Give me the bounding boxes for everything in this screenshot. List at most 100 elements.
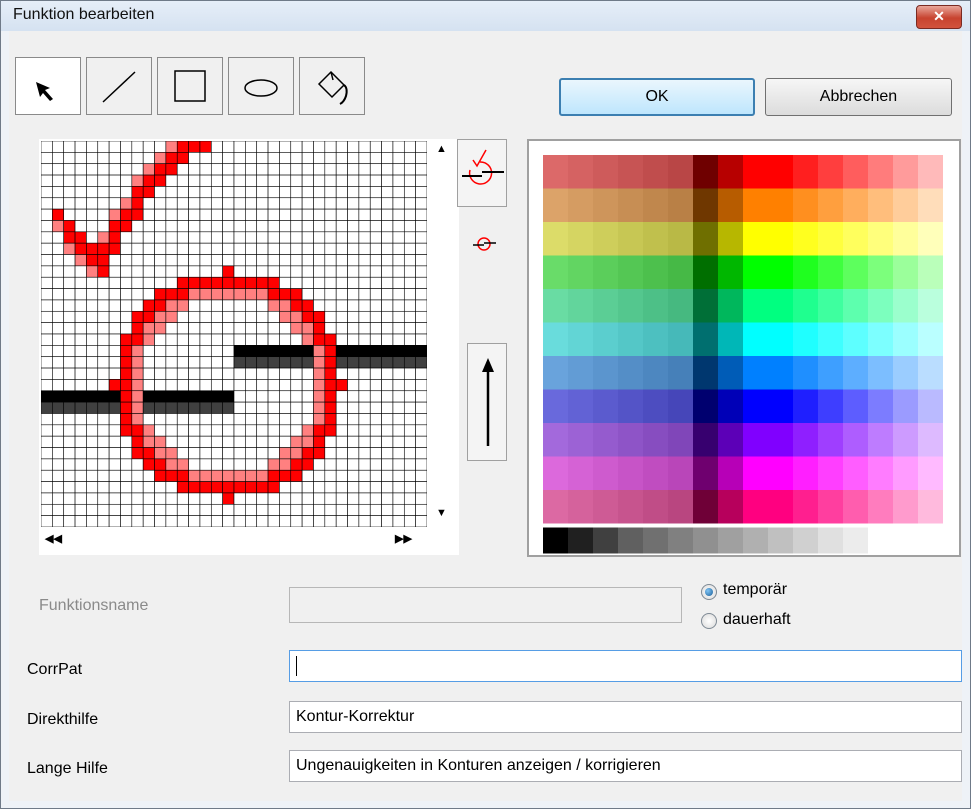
palette-swatch[interactable] — [918, 322, 943, 357]
grid-cell[interactable] — [369, 174, 382, 187]
grid-cell[interactable] — [335, 231, 348, 244]
grid-cell[interactable] — [335, 469, 348, 482]
grid-cell[interactable] — [313, 163, 326, 176]
grid-cell[interactable] — [142, 503, 155, 516]
grid-cell[interactable] — [154, 345, 167, 358]
grid-cell[interactable] — [324, 333, 337, 346]
palette-swatch[interactable] — [843, 289, 868, 323]
grid-cell[interactable] — [74, 254, 87, 267]
grid-cell[interactable] — [301, 333, 314, 346]
grid-cell[interactable] — [369, 515, 382, 528]
grid-cell[interactable] — [210, 231, 223, 244]
grid-cell[interactable] — [108, 367, 121, 380]
grid-cell[interactable] — [52, 435, 65, 448]
grid-cell[interactable] — [233, 265, 246, 278]
palette-swatch[interactable] — [693, 188, 718, 223]
grid-cell[interactable] — [381, 231, 394, 244]
grid-cell[interactable] — [86, 254, 99, 267]
grid-cell[interactable] — [222, 242, 235, 255]
palette-swatch[interactable] — [743, 490, 768, 524]
grid-cell[interactable] — [267, 435, 280, 448]
grid-cell[interactable] — [313, 208, 326, 221]
grid-cell[interactable] — [222, 322, 235, 335]
grid-cell[interactable] — [97, 186, 110, 199]
grid-cell[interactable] — [256, 367, 269, 380]
grid-cell[interactable] — [97, 333, 110, 346]
grid-cell[interactable] — [165, 447, 178, 460]
grid-cell[interactable] — [347, 435, 360, 448]
grid-cell[interactable] — [233, 435, 246, 448]
palette-swatch[interactable] — [718, 423, 743, 457]
grid-cell[interactable] — [131, 492, 144, 505]
grid-cell[interactable] — [142, 367, 155, 380]
grid-cell[interactable] — [97, 424, 110, 437]
grid-cell[interactable] — [256, 447, 269, 460]
gray-swatch[interactable] — [868, 527, 893, 554]
palette-swatch[interactable] — [793, 322, 818, 357]
grid-cell[interactable] — [267, 458, 280, 471]
grid-cell[interactable] — [120, 333, 133, 346]
grid-cell[interactable] — [142, 458, 155, 471]
grid-cell[interactable] — [142, 390, 155, 403]
grid-cell[interactable] — [245, 276, 258, 289]
grid-cell[interactable] — [131, 322, 144, 335]
grid-cell[interactable] — [267, 469, 280, 482]
grid-cell[interactable] — [245, 447, 258, 460]
grid-cell[interactable] — [131, 220, 144, 233]
grid-cell[interactable] — [199, 356, 212, 369]
grid-cell[interactable] — [415, 458, 428, 471]
grid-cell[interactable] — [335, 481, 348, 494]
grid-cell[interactable] — [188, 299, 201, 312]
grid-cell[interactable] — [165, 356, 178, 369]
grid-cell[interactable] — [415, 140, 428, 153]
palette-swatch[interactable] — [718, 188, 743, 223]
palette-swatch[interactable] — [768, 289, 793, 323]
grid-cell[interactable] — [188, 379, 201, 392]
grid-cell[interactable] — [392, 254, 405, 267]
grid-cell[interactable] — [108, 299, 121, 312]
grid-cell[interactable] — [165, 503, 178, 516]
grid-cell[interactable] — [403, 186, 416, 199]
grid-cell[interactable] — [52, 345, 65, 358]
grid-cell[interactable] — [131, 424, 144, 437]
grid-cell[interactable] — [392, 152, 405, 165]
grid-cell[interactable] — [369, 242, 382, 255]
grid-cell[interactable] — [131, 333, 144, 346]
grid-cell[interactable] — [188, 265, 201, 278]
gray-swatch[interactable] — [543, 527, 568, 554]
grid-cell[interactable] — [335, 254, 348, 267]
grid-cell[interactable] — [222, 401, 235, 414]
grid-cell[interactable] — [381, 345, 394, 358]
grid-cell[interactable] — [210, 458, 223, 471]
grid-cell[interactable] — [108, 208, 121, 221]
grid-cell[interactable] — [233, 231, 246, 244]
grid-cell[interactable] — [40, 254, 53, 267]
grid-cell[interactable] — [256, 231, 269, 244]
grid-cell[interactable] — [199, 379, 212, 392]
grid-cell[interactable] — [222, 413, 235, 426]
palette-swatch[interactable] — [618, 423, 643, 457]
grid-cell[interactable] — [279, 435, 292, 448]
grid-cell[interactable] — [222, 299, 235, 312]
grid-cell[interactable] — [222, 356, 235, 369]
grid-cell[interactable] — [131, 390, 144, 403]
grid-cell[interactable] — [142, 413, 155, 426]
palette-swatch[interactable] — [843, 188, 868, 223]
grid-cell[interactable] — [369, 424, 382, 437]
grid-cell[interactable] — [142, 447, 155, 460]
grid-cell[interactable] — [154, 174, 167, 187]
grid-cell[interactable] — [324, 424, 337, 437]
cancel-button[interactable]: Abbrechen — [765, 78, 952, 116]
grid-cell[interactable] — [403, 333, 416, 346]
grid-cell[interactable] — [403, 163, 416, 176]
grid-cell[interactable] — [210, 186, 223, 199]
grid-cell[interactable] — [142, 435, 155, 448]
palette-swatch[interactable] — [793, 423, 818, 457]
grid-cell[interactable] — [313, 276, 326, 289]
grid-cell[interactable] — [176, 435, 189, 448]
grid-cell[interactable] — [335, 163, 348, 176]
grid-cell[interactable] — [176, 413, 189, 426]
grid-cell[interactable] — [233, 163, 246, 176]
palette-swatch[interactable] — [918, 255, 943, 290]
palette-swatch[interactable] — [743, 456, 768, 491]
